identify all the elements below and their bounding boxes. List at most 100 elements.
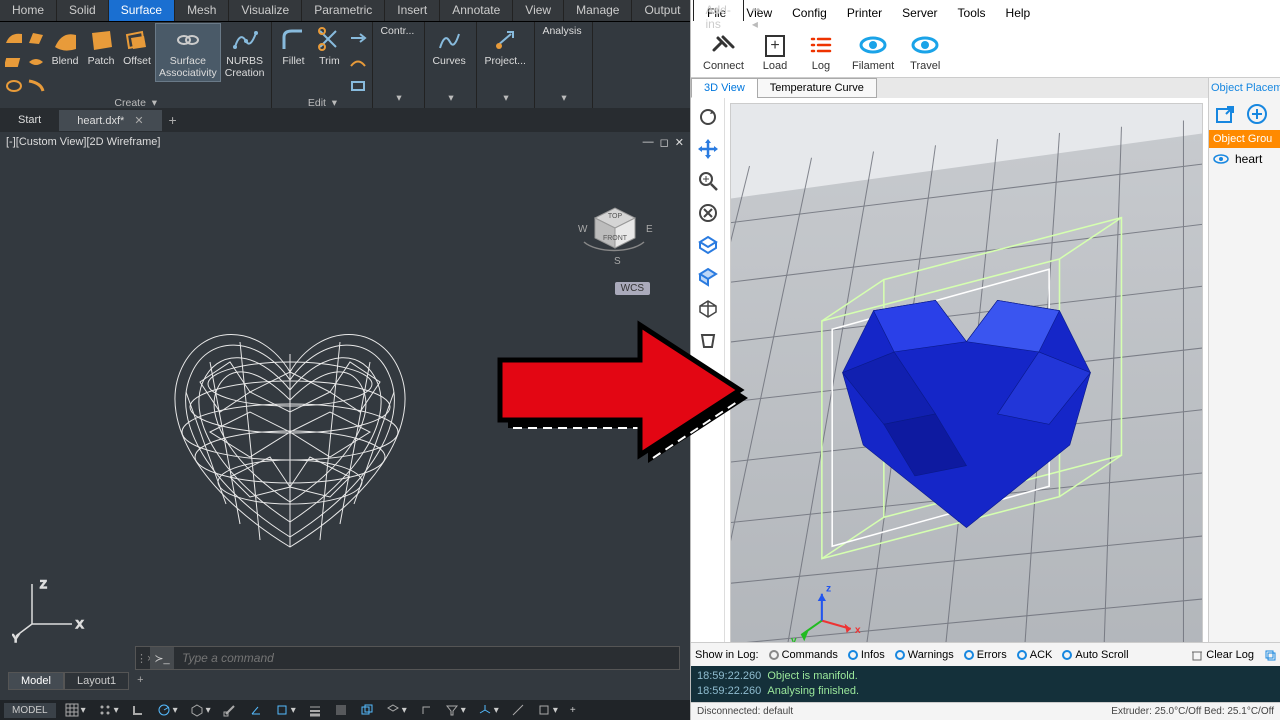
ribbon-group-cv[interactable]: Contr... ▾ [373,22,425,108]
polar-icon[interactable]: ▾ [154,703,181,717]
minimize-icon[interactable]: — [643,136,654,149]
fit-icon[interactable] [695,200,721,226]
viewcube[interactable]: TOP FRONT W E S [570,182,650,262]
plus-icon[interactable]: + [567,705,579,716]
front-icon[interactable] [695,264,721,290]
menu-help[interactable]: Help [996,2,1041,24]
close-viewport-icon[interactable]: ✕ [675,136,684,149]
export-icon[interactable] [1213,102,1237,126]
box-icon[interactable]: ▾ [534,703,561,717]
menu-tools[interactable]: Tools [948,2,996,24]
tab-manage[interactable]: Manage [564,0,632,21]
slicer-3d-viewport[interactable]: x y z [731,104,1202,642]
close-icon[interactable]: ✕ [134,115,143,127]
revolve-icon[interactable] [4,76,24,96]
menu-printer[interactable]: Printer [837,2,892,24]
layout-tab-model[interactable]: Model [8,672,64,690]
tab-solid[interactable]: Solid [57,0,109,21]
clear-log-button[interactable]: Clear Log [1191,649,1254,661]
tab-output[interactable]: Output [632,0,693,21]
extend-icon[interactable] [348,28,368,48]
menu-server[interactable]: Server [892,2,947,24]
osnap-icon[interactable] [220,703,240,717]
tab-insert[interactable]: Insert [385,0,440,21]
doctab-start[interactable]: Start [0,110,59,130]
tab-tempcurve[interactable]: Temperature Curve [757,78,877,98]
tab-view[interactable]: View [513,0,564,21]
menu-config[interactable]: Config [782,2,837,24]
doctab-heart[interactable]: heart.dxf*✕ [59,110,161,131]
cmdline-handle-icon[interactable]: ⋮× [136,652,150,665]
add-layout-button[interactable]: + [129,672,151,690]
planar-icon[interactable] [4,52,24,72]
nwsurf-icon[interactable] [4,28,24,48]
command-input[interactable] [174,651,679,665]
transparency-icon[interactable] [331,703,351,717]
tab-3dview[interactable]: 3D View [691,78,758,98]
lwt-icon[interactable] [305,703,325,717]
gizmo-icon[interactable]: ▾ [475,703,502,717]
dyn-ucs-icon[interactable] [416,703,436,717]
tab-parametric[interactable]: Parametric [302,0,385,21]
copy-log-button[interactable] [1264,649,1276,661]
ribbon-group-curves[interactable]: Curves ▾ [425,22,477,108]
filter-autoscroll[interactable]: Auto Scroll [1062,649,1128,661]
offset-button[interactable]: Offset [120,24,154,70]
snap-icon[interactable]: ▾ [95,703,122,717]
osnap2-icon[interactable]: ▾ [272,703,299,717]
top-icon[interactable] [695,232,721,258]
tab-visualize[interactable]: Visualize [229,0,302,21]
fillet-button[interactable]: Fillet [276,24,310,70]
sel-filter-icon[interactable]: ▾ [442,703,469,717]
sweep-icon[interactable] [26,76,46,96]
slicer-toolbar: Connect +Load Log Filament Travel [691,26,1280,78]
viewport-label[interactable]: [-][Custom View][2D Wireframe] [6,136,160,148]
filter-infos[interactable]: Infos [848,649,885,661]
filament-button[interactable]: Filament [844,28,902,74]
angle-icon[interactable] [246,703,266,717]
maximize-icon[interactable]: ◻ [660,136,669,149]
status-model-badge[interactable]: MODEL [4,703,56,718]
sculpt-icon[interactable] [348,52,368,72]
tab-home[interactable]: Home [0,0,57,21]
filter-errors[interactable]: Errors [964,649,1007,661]
surface-associativity-button[interactable]: Surface Associativity [156,24,220,81]
eye-icon[interactable] [1213,153,1229,165]
ribbon-group-project[interactable]: Project... ▾ [477,22,535,108]
trim-button[interactable]: Trim [312,24,346,70]
tabs-overflow[interactable]: •• ◂ [744,0,768,21]
tab-mesh[interactable]: Mesh [175,0,229,21]
pan-icon[interactable] [695,136,721,162]
isodraft-icon[interactable]: ▾ [187,703,214,717]
tab-annotate[interactable]: Annotate [440,0,513,21]
log-button[interactable]: Log [798,28,844,74]
load-button[interactable]: +Load [752,28,798,74]
ortho-icon[interactable] [128,703,148,717]
object-list-item[interactable]: heart [1209,148,1280,170]
travel-button[interactable]: Travel [902,28,948,74]
add-icon[interactable] [1245,102,1269,126]
loft-icon[interactable] [26,28,46,48]
connection-status: Disconnected: default [697,706,793,717]
command-line[interactable]: ⋮× ≻_ [135,646,680,670]
ribbon-group-analysis[interactable]: Analysis ▾ [535,22,593,108]
filter-commands[interactable]: Commands [769,649,838,661]
rotate-icon[interactable] [695,104,721,130]
tab-surface[interactable]: Surface [109,0,175,21]
tab-addins[interactable]: Add-ins [694,0,744,21]
filter-ack[interactable]: ACK [1017,649,1053,661]
blend-button[interactable]: Blend [48,24,82,70]
nurbs-creation-button[interactable]: NURBS Creation [222,24,268,81]
filter-warnings[interactable]: Warnings [895,649,954,661]
zoom-icon[interactable] [695,168,721,194]
cycling-icon[interactable] [357,703,377,717]
netsurf-icon[interactable] [26,52,46,72]
layout-tab-layout1[interactable]: Layout1 [64,672,129,690]
new-doc-button[interactable]: + [162,112,184,128]
grid-icon[interactable]: ▾ [62,703,89,717]
3dosnap-icon[interactable]: ▾ [383,703,410,717]
untrim-icon[interactable] [348,76,368,96]
connect-button[interactable]: Connect [695,28,752,74]
annotation-icon[interactable] [508,703,528,717]
patch-button[interactable]: Patch [84,24,118,70]
